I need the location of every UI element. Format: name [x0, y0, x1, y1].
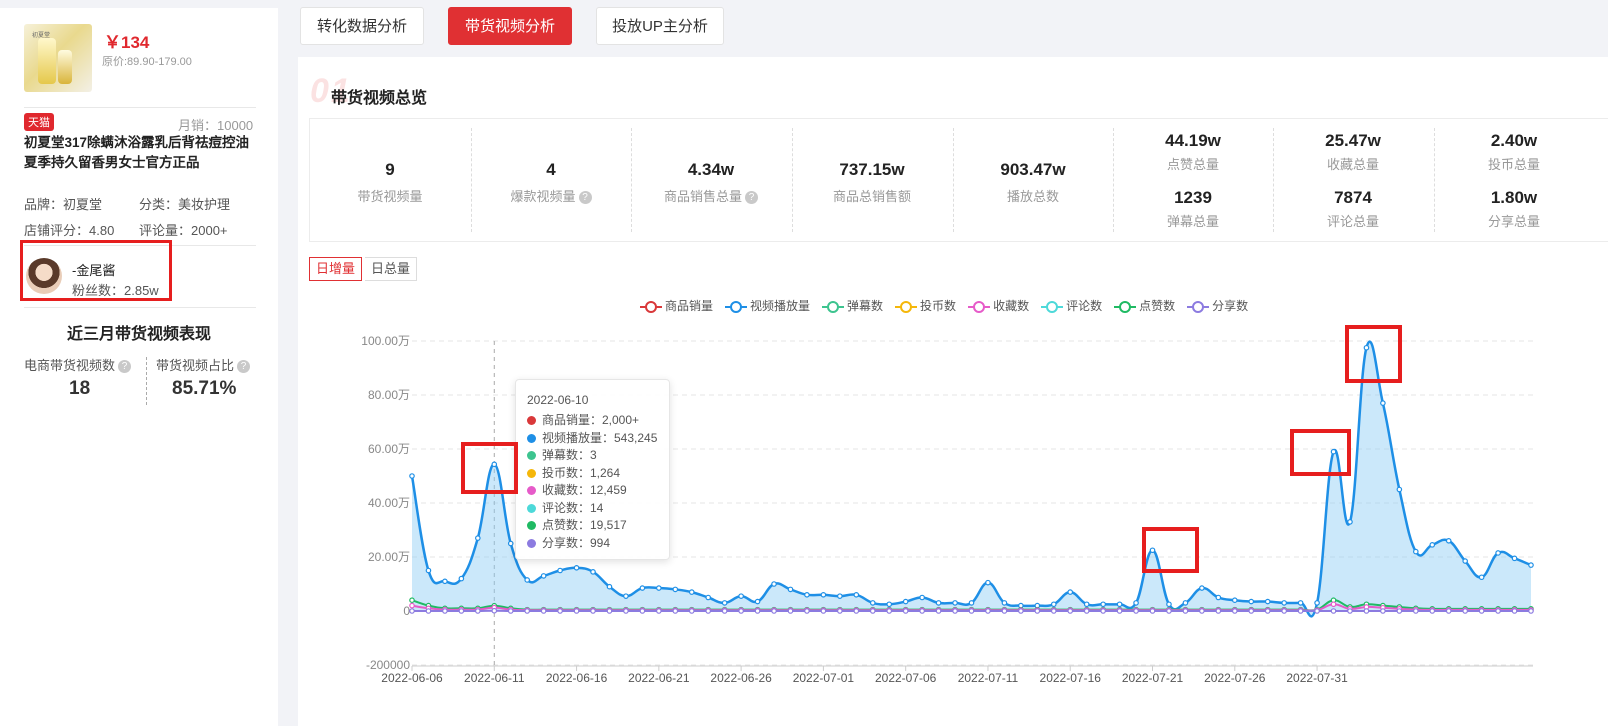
legend-item[interactable]: 视频播放量 [725, 297, 810, 314]
help-icon[interactable]: ? [118, 360, 132, 374]
divider [24, 307, 256, 308]
tooltip-row: 评论数：14 [527, 499, 603, 516]
stat-video-count: 9 带货视频量 [357, 160, 423, 204]
stat-sales-volume: 4.34w 商品销售总量? [631, 160, 791, 205]
legend-label: 分享数 [1212, 299, 1249, 313]
tab-video-analysis[interactable]: 带货视频分析 [448, 7, 572, 45]
divider [146, 357, 148, 405]
chart-tooltip: 2022-06-10 商品销量：2,000+ 视频播放量：543,245 弹幕数：3… [515, 379, 670, 560]
legend-item[interactable]: 投币数 [895, 297, 956, 314]
divider [24, 107, 256, 108]
help-icon[interactable]: ? [237, 360, 251, 374]
legend-marker-icon [968, 300, 991, 313]
tab-conversion-analysis[interactable]: 转化数据分析 [300, 7, 424, 45]
product-thumbnail[interactable]: 初夏堂 [24, 24, 92, 92]
tooltip-row: 商品销量：2,000+ [527, 411, 639, 428]
legend-label: 投币数 [920, 299, 957, 313]
product-category: 分类：美妆护理 [139, 197, 231, 212]
legend-item[interactable]: 点赞数 [1114, 297, 1175, 314]
legend-label: 弹幕数 [847, 299, 884, 313]
legend-marker-icon [640, 300, 662, 313]
stat-shares: 1.80w 分享总量 [1487, 188, 1540, 229]
tooltip-date: 2022-06-10 [527, 393, 589, 407]
highlight-box [1142, 527, 1199, 573]
highlight-box [1290, 429, 1351, 476]
video-count-value: 18 [69, 378, 91, 399]
series-dot-icon [527, 468, 536, 478]
monthly-sales: 月销：10000 [178, 118, 254, 133]
platform-badge: 天猫 [24, 113, 54, 131]
legend-item[interactable]: 收藏数 [968, 297, 1029, 314]
uploader-fans: 粉丝数：2.85w [72, 283, 159, 298]
recent-performance-title: 近三月带货视频表现 [66, 326, 211, 343]
series-dot-icon [527, 451, 536, 461]
series-dot-icon [527, 538, 536, 548]
tooltip-row: 投币数：1,264 [527, 464, 620, 481]
chart-legend: 商品销量 视频播放量 弹幕数 投币数 收藏数 评论数 点赞数 分享数 [640, 297, 1260, 314]
legend-marker-icon [822, 300, 845, 313]
video-ratio-value: 85.71% [172, 378, 237, 399]
stat-danmaku: 1239 弹幕总量 [1166, 188, 1219, 229]
toggle-daily-increase[interactable]: 日增量 [309, 257, 363, 281]
stat-sales-amount: 737.15w 商品总销售额 [832, 160, 911, 204]
bottle-image-small [58, 50, 72, 84]
legend-label: 评论数 [1066, 299, 1103, 313]
legend-label: 视频播放量 [750, 299, 811, 313]
series-dot-icon [527, 433, 536, 443]
product-price: ￥134 [104, 33, 150, 52]
legend-label: 收藏数 [993, 299, 1030, 313]
help-icon[interactable]: ? [745, 191, 758, 205]
stat-likes: 44.19w 点赞总量 [1165, 131, 1221, 172]
tooltip-row: 视频播放量：543,245 [527, 429, 657, 446]
legend-label: 点赞数 [1139, 299, 1176, 313]
product-brand: 品牌：初夏堂 [24, 197, 103, 212]
stat-play-count: 903.47w 播放总数 [1000, 160, 1066, 204]
uploader-name[interactable]: -金尾酱 [72, 260, 115, 279]
avatar[interactable] [26, 258, 62, 294]
series-dot-icon [527, 486, 536, 496]
highlight-box [461, 442, 518, 494]
tooltip-row: 点赞数：19,517 [527, 516, 627, 533]
tooltip-row: 分享数：994 [527, 534, 610, 551]
overview-title: 带货视频总览 [331, 90, 428, 107]
tooltip-row: 收藏数：12,459 [527, 481, 627, 498]
legend-item[interactable]: 弹幕数 [822, 297, 883, 314]
stat-coins: 2.40w 投币总量 [1487, 131, 1540, 172]
series-dot-icon [527, 503, 536, 513]
bottle-image [38, 38, 56, 84]
video-ratio-label: 带货视频占比? [156, 355, 251, 374]
toggle-daily-total[interactable]: 日总量 [365, 257, 418, 281]
tooltip-row: 弹幕数：3 [527, 446, 597, 463]
video-count-label: 电商带货视频数? [24, 355, 132, 374]
tab-up-analysis[interactable]: 投放UP主分析 [596, 7, 724, 45]
product-title[interactable]: 初夏堂317除螨沐浴露乳后背祛痘控油夏季持久留香男女士官方正品 [24, 133, 262, 173]
help-icon[interactable]: ? [578, 191, 592, 205]
store-rating: 店铺评分：4.80 [24, 223, 115, 238]
legend-marker-icon [1041, 300, 1064, 313]
legend-marker-icon [1114, 300, 1137, 313]
original-price: 原价:89.90-179.00 [102, 56, 192, 68]
legend-item[interactable]: 商品销量 [640, 297, 713, 314]
legend-item[interactable]: 评论数 [1041, 297, 1102, 314]
series-dot-icon [527, 416, 536, 426]
legend-marker-icon [725, 300, 748, 313]
legend-label: 商品销量 [665, 299, 714, 313]
stat-hot-video-count: 4 爆款视频量? [471, 160, 631, 205]
legend-marker-icon [895, 300, 918, 313]
legend-marker-icon [1187, 300, 1210, 313]
series-dot-icon [527, 521, 536, 531]
legend-item[interactable]: 分享数 [1187, 297, 1248, 314]
highlight-box [1345, 325, 1402, 383]
stat-favorites: 25.47w 收藏总量 [1325, 131, 1381, 172]
review-count: 评论量：2000+ [139, 223, 228, 238]
stat-comments: 7874 评论总量 [1326, 188, 1379, 229]
